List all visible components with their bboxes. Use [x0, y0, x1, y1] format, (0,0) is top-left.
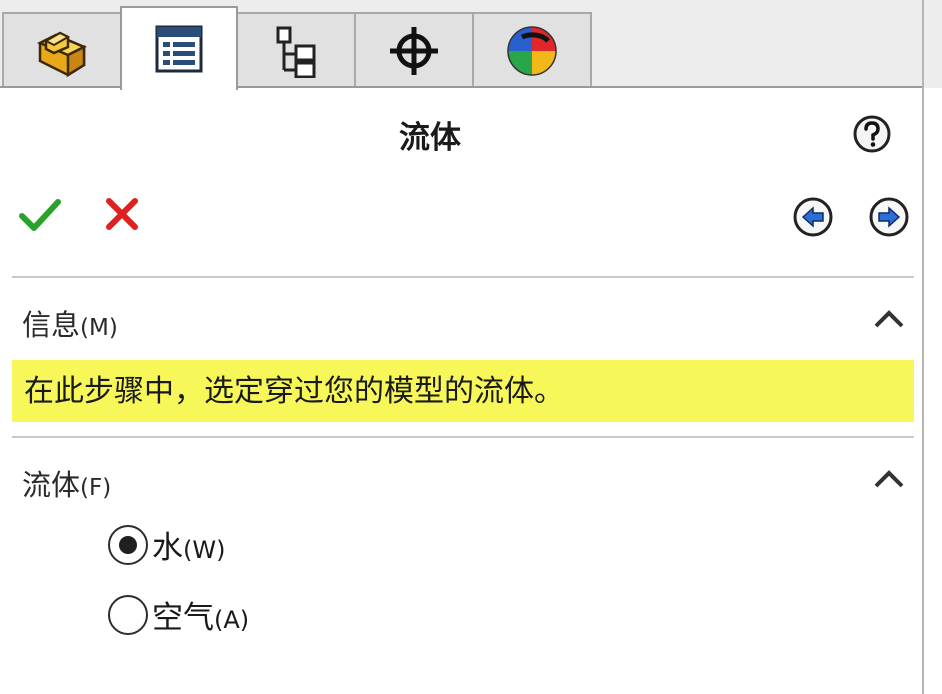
- part-feature-icon: [37, 31, 87, 78]
- radio-air-label: 空气(A): [152, 600, 250, 636]
- info-section-key: (M): [80, 315, 118, 341]
- cancel-x-icon[interactable]: [104, 196, 140, 232]
- fluid-collapse-chevron-icon[interactable]: [872, 468, 906, 490]
- info-collapse-chevron-icon[interactable]: [872, 308, 906, 330]
- radio-air[interactable]: [108, 594, 148, 635]
- help-icon[interactable]: [852, 114, 892, 154]
- tab-display-manager[interactable]: [472, 12, 592, 88]
- configuration-tree-icon: [276, 26, 316, 78]
- fluid-section-title[interactable]: 流体(F): [22, 462, 111, 504]
- radio-water-label: 水(W): [152, 530, 226, 566]
- header-divider: [12, 276, 914, 278]
- info-message-text: 在此步骤中，选定穿过您的模型的流体。: [24, 374, 564, 409]
- tab-property-manager[interactable]: [120, 6, 238, 90]
- page-title: 流体: [399, 120, 461, 156]
- fluid-section-label: 流体: [22, 468, 81, 502]
- info-section-title[interactable]: 信息(M): [22, 302, 118, 344]
- forward-arrow-icon[interactable]: [868, 196, 910, 238]
- tab-feature-manager[interactable]: [2, 12, 122, 88]
- radio-option-water[interactable]: 水(W): [108, 522, 225, 567]
- radio-option-air[interactable]: 空气(A): [108, 592, 249, 637]
- info-divider: [12, 436, 914, 438]
- crosshair-icon: [390, 27, 438, 75]
- info-section-label: 信息: [22, 308, 81, 342]
- radio-water[interactable]: [108, 524, 148, 565]
- property-manager-icon: [155, 25, 203, 73]
- tab-configuration-manager[interactable]: [236, 12, 356, 88]
- fluid-section-key: (F): [80, 475, 112, 501]
- color-wheel-icon: [507, 26, 557, 76]
- back-arrow-icon[interactable]: [792, 196, 834, 238]
- manager-tab-strip: [0, 0, 942, 90]
- panel-right-border: [922, 0, 924, 694]
- ok-checkmark-icon[interactable]: [18, 196, 62, 234]
- tab-dimxpert-manager[interactable]: [354, 12, 474, 88]
- info-message-box: 在此步骤中，选定穿过您的模型的流体。: [12, 360, 914, 422]
